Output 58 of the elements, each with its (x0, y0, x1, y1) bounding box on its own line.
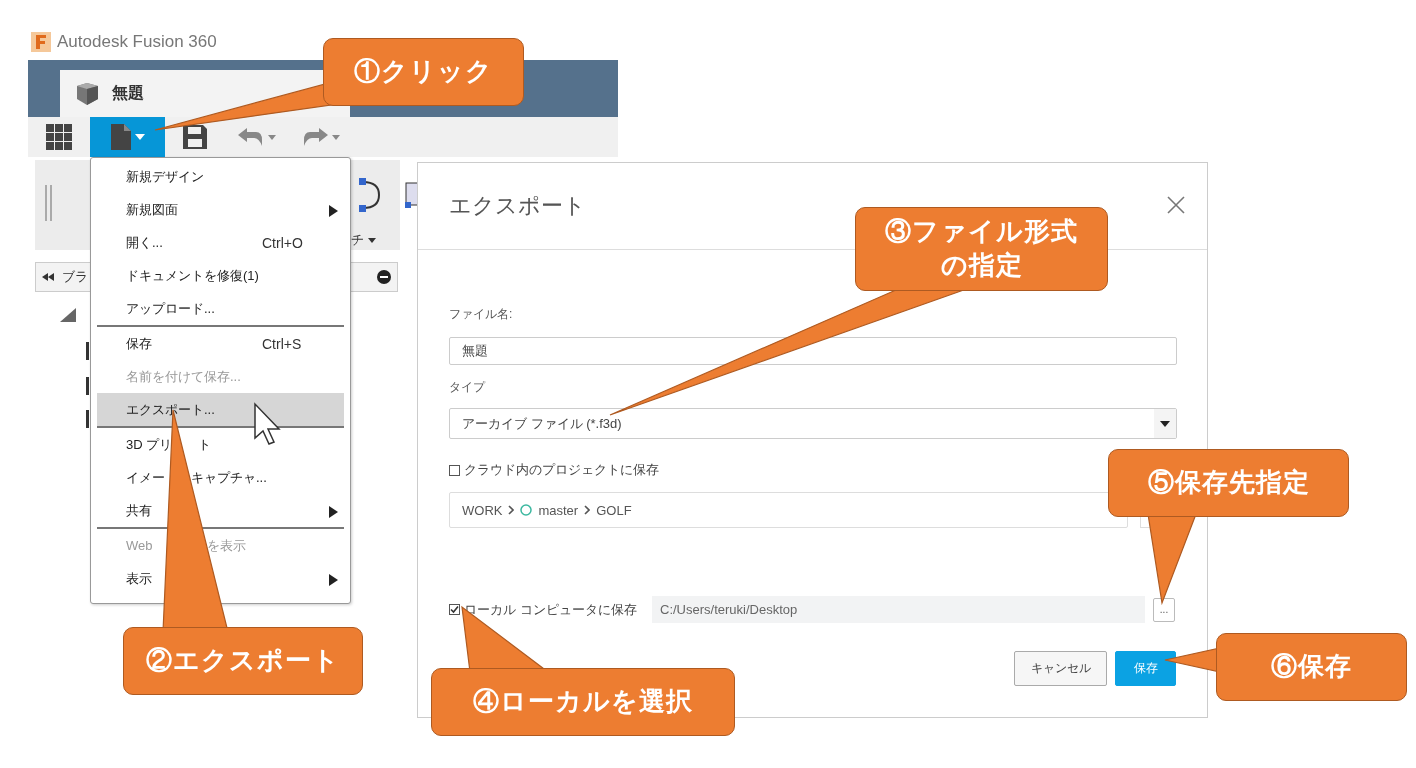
menu-item[interactable]: アップロード... (97, 292, 344, 325)
caret-icon[interactable] (268, 134, 276, 140)
arc-icon[interactable] (357, 178, 383, 212)
app-title: Autodesk Fusion 360 (57, 32, 217, 52)
undo-icon[interactable] (238, 128, 264, 146)
cancel-button[interactable]: キャンセル (1014, 651, 1107, 686)
file-button[interactable] (90, 117, 165, 157)
menu-item[interactable]: ドキュメントを修復(1) (97, 259, 344, 292)
path-label: GOLF (596, 502, 632, 518)
field-label: ファイル名: (449, 306, 514, 323)
type-dropdown[interactable]: アーカイブ ファイル (*.f3d) (449, 408, 1177, 439)
dialog-title: エクスポート (449, 192, 586, 220)
tool-label: チ (351, 231, 364, 249)
collapse-icon[interactable] (42, 273, 54, 281)
redo-icon[interactable] (302, 128, 328, 146)
field-label: タイプ (449, 379, 487, 396)
callout: ②エクスポート (123, 627, 363, 695)
menu-item[interactable]: 3D プリ ト (97, 428, 344, 461)
checkbox[interactable] (449, 464, 460, 476)
browse-button[interactable]: ... (1153, 597, 1175, 622)
cursor-icon (253, 402, 283, 446)
file-name-field[interactable]: 無題 (449, 337, 1177, 365)
callout: ①クリック (323, 38, 524, 106)
rectangle-icon[interactable] (405, 182, 417, 210)
menu-item[interactable]: 共有 (97, 494, 344, 527)
checkbox[interactable] (449, 604, 460, 615)
menu-item[interactable]: 新規図面 (97, 193, 344, 226)
circle-icon (520, 504, 533, 516)
menu-item[interactable]: 新規デザイン (97, 160, 344, 193)
caret-icon[interactable] (332, 134, 340, 140)
path-label: WORK (462, 502, 503, 518)
path-label: master (538, 502, 579, 518)
chevron-icon (584, 505, 591, 515)
menu-item[interactable]: 開く... Ctrl+O (97, 226, 344, 259)
chevron-icon (508, 505, 515, 515)
shortcut-text: Ctrl+O (262, 234, 303, 251)
cube-icon (74, 81, 100, 106)
caret-icon (1160, 420, 1170, 427)
caret-icon (368, 237, 376, 243)
callout: ⑥保存 (1216, 633, 1407, 701)
minus-icon[interactable] (377, 270, 391, 284)
grid-icon[interactable] (46, 124, 72, 150)
app-logo-icon (31, 32, 51, 52)
local-path-field[interactable]: C:/Users/teruki/Desktop (652, 596, 1145, 623)
checkbox-label: クラウド内のプロジェクトに保存 (464, 461, 659, 479)
menu-item[interactable]: エクスポート... (97, 393, 344, 426)
shortcut-text: Ctrl+S (262, 335, 302, 352)
browser-label: ブラ (62, 268, 88, 286)
callout: ③ファイル形式の指定 (855, 207, 1108, 291)
menu-item[interactable]: イメー キャプチャ... (97, 461, 344, 494)
document-icon (110, 124, 131, 150)
save-icon[interactable] (183, 125, 207, 149)
triangle-icon (60, 308, 76, 322)
project-path-field[interactable]: WORK master GOLF (449, 492, 1128, 528)
grip-icon (45, 185, 53, 221)
caret-icon (134, 134, 145, 140)
menu-item[interactable]: 保存 Ctrl+S (97, 327, 344, 360)
menu-item[interactable]: 表示 (97, 562, 344, 595)
